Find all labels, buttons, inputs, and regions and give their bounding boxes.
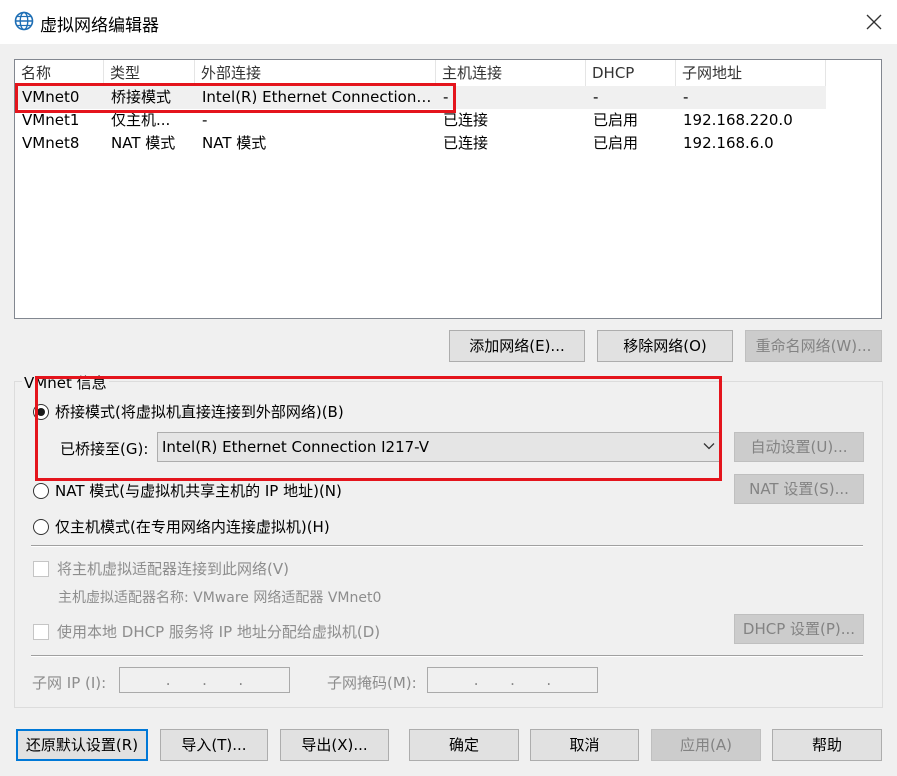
table-cell: 已连接 — [443, 111, 489, 129]
rename-network-button[interactable]: 重命名网络(W)... — [745, 330, 882, 362]
divider — [31, 545, 863, 547]
table-row-vmnet8[interactable]: VMnet8 NAT 模式 NAT 模式 已连接 已启用 192.168.6.0 — [15, 132, 826, 155]
table-cell: 桥接模式 — [111, 88, 172, 106]
auto-settings-button[interactable]: 自动设置(U)... — [734, 432, 864, 462]
host-only-mode-radio[interactable]: 仅主机模式(在专用网络内连接虚拟机)(H) — [33, 516, 330, 537]
table-row-vmnet0[interactable]: VMnet0 桥接模式 Intel(R) Ethernet Connection… — [15, 86, 826, 109]
table-cell: VMnet1 — [22, 111, 80, 129]
add-network-button[interactable]: 添加网络(E)... — [449, 330, 585, 362]
subnet-ip-input[interactable]: ... — [119, 667, 290, 693]
bridged-mode-radio[interactable]: 桥接模式(将虚拟机直接连接到外部网络)(B) — [33, 401, 344, 422]
table-row-vmnet1[interactable]: VMnet1 仅主机... - 已连接 已启用 192.168.220.0 — [15, 109, 826, 132]
use-dhcp-checkbox[interactable]: 使用本地 DHCP 服务将 IP 地址分配给虚拟机(D) — [33, 621, 380, 642]
ok-button[interactable]: 确定 — [409, 729, 519, 761]
column-header-host[interactable]: 主机连接 — [436, 60, 586, 86]
group-label: VMnet 信息 — [22, 372, 109, 393]
table-cell: 仅主机... — [111, 111, 171, 129]
table-cell: 已启用 — [593, 111, 639, 129]
table-cell: NAT 模式 — [202, 134, 267, 152]
table-cell: VMnet8 — [22, 134, 80, 152]
radio-indicator — [33, 403, 49, 420]
checkbox-box — [33, 623, 49, 640]
subnet-ip-label: 子网 IP (I): — [32, 674, 107, 692]
table-cell: - — [443, 88, 449, 106]
subnet-mask-input[interactable]: ... — [427, 667, 598, 693]
radio-indicator — [33, 482, 49, 499]
bridged-mode-label: 桥接模式(将虚拟机直接连接到外部网络)(B) — [55, 403, 344, 421]
restore-defaults-button[interactable]: 还原默认设置(R) — [16, 729, 148, 761]
table-cell: NAT 模式 — [111, 134, 176, 152]
remove-network-button[interactable]: 移除网络(O) — [597, 330, 733, 362]
import-button[interactable]: 导入(T)... — [160, 729, 268, 761]
network-list[interactable]: 名称 类型 外部连接 主机连接 DHCP 子网地址 VMnet0 桥接模式 In… — [14, 59, 882, 319]
bridged-adapter-select[interactable]: Intel(R) Ethernet Connection I217-V — [157, 432, 722, 462]
table-cell: 192.168.6.0 — [683, 134, 774, 152]
bridged-to-label: 已桥接至(G): — [60, 440, 149, 458]
host-only-mode-label: 仅主机模式(在专用网络内连接虚拟机)(H) — [55, 518, 330, 536]
dhcp-settings-button[interactable]: DHCP 设置(P)... — [734, 614, 864, 644]
column-header-name[interactable]: 名称 — [15, 60, 104, 86]
connect-adapter-checkbox[interactable]: 将主机虚拟适配器连接到此网络(V) — [33, 558, 289, 579]
table-cell: 192.168.220.0 — [683, 111, 793, 129]
column-header-subnet[interactable]: 子网地址 — [676, 60, 826, 86]
apply-button[interactable]: 应用(A) — [651, 729, 761, 761]
table-cell: - — [683, 88, 689, 106]
close-icon — [866, 14, 882, 30]
list-header: 名称 类型 外部连接 主机连接 DHCP 子网地址 — [15, 60, 826, 86]
nat-mode-radio[interactable]: NAT 模式(与虚拟机共享主机的 IP 地址)(N) — [33, 480, 342, 501]
column-header-external[interactable]: 外部连接 — [195, 60, 436, 86]
subnet-mask-label: 子网掩码(M): — [327, 674, 417, 692]
radio-indicator — [33, 518, 49, 535]
column-header-dhcp[interactable]: DHCP — [586, 60, 676, 86]
use-dhcp-label: 使用本地 DHCP 服务将 IP 地址分配给虚拟机(D) — [57, 623, 381, 641]
chevron-down-icon — [703, 443, 715, 450]
checkbox-box — [33, 560, 49, 577]
connect-adapter-label: 将主机虚拟适配器连接到此网络(V) — [57, 560, 289, 578]
nat-settings-button[interactable]: NAT 设置(S)... — [734, 474, 864, 504]
table-cell: 已启用 — [593, 134, 639, 152]
window-title: 虚拟网络编辑器 — [40, 16, 159, 36]
help-button[interactable]: 帮助 — [772, 729, 882, 761]
table-cell: - — [202, 111, 208, 129]
table-cell: VMnet0 — [22, 88, 80, 106]
export-button[interactable]: 导出(X)... — [280, 729, 389, 761]
table-cell: - — [593, 88, 599, 106]
table-cell: Intel(R) Ethernet Connection I... — [202, 88, 436, 106]
table-cell: 已连接 — [443, 134, 489, 152]
title-bar: 虚拟网络编辑器 — [0, 0, 897, 44]
cancel-button[interactable]: 取消 — [530, 729, 639, 761]
nat-mode-label: NAT 模式(与虚拟机共享主机的 IP 地址)(N) — [55, 482, 342, 500]
column-header-type[interactable]: 类型 — [104, 60, 195, 86]
close-button[interactable] — [851, 0, 897, 44]
bridged-adapter-value: Intel(R) Ethernet Connection I217-V — [162, 438, 429, 456]
globe-icon — [14, 11, 34, 31]
adapter-name-label: 主机虚拟适配器名称: VMware 网络适配器 VMnet0 — [58, 590, 382, 606]
divider — [31, 655, 863, 657]
